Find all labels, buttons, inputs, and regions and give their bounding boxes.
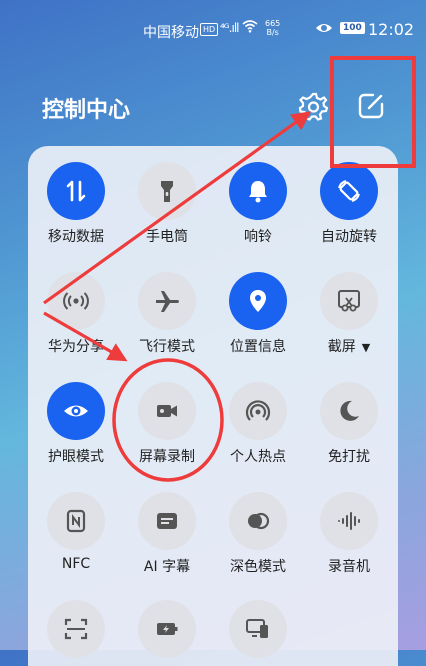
location-icon (229, 272, 287, 330)
huawei-share-icon (47, 272, 105, 330)
tile-personal-hotspot[interactable]: 个人热点 (212, 382, 304, 466)
hotspot-icon (229, 382, 287, 440)
tile-screen-record[interactable]: 屏幕录制 (121, 382, 213, 466)
tile-recorder[interactable]: 录音机 (303, 492, 395, 576)
tile-label: 个人热点 (230, 449, 286, 465)
tile-label: 位置信息 (230, 339, 286, 355)
hd-badge: HD (200, 23, 219, 36)
tile-airplane-mode[interactable]: 飞行模式 (121, 272, 213, 356)
tile-ring[interactable]: 响铃 (212, 162, 304, 246)
tile-dark-mode[interactable]: 深色模式 (212, 492, 304, 576)
tile-label: 深色模式 (230, 559, 286, 575)
tile-eye-comfort[interactable]: 护眼模式 (30, 382, 122, 466)
ai-subtitle-icon (138, 492, 196, 550)
tile-location[interactable]: 位置信息 (212, 272, 304, 356)
dark-mode-icon (229, 492, 287, 550)
tile-label: 护眼模式 (48, 449, 104, 465)
battery-saver-icon (138, 600, 196, 658)
page-title: 控制中心 (42, 98, 131, 123)
signal-icon: ⁴ᴳ.ıll (220, 21, 240, 35)
airplane-icon (138, 272, 196, 330)
tile-label: 截屏 ▼ (327, 339, 371, 355)
tile-multi-screen[interactable] (212, 600, 304, 658)
eye-comfort-status-icon (315, 21, 333, 39)
tile-ai-subtitles[interactable]: AI 字幕 (121, 492, 213, 576)
settings-gear-icon[interactable] (298, 91, 329, 121)
tile-label: 华为分享 (48, 339, 104, 355)
tile-nfc[interactable]: NFC (30, 492, 122, 572)
tile-label: 屏幕录制 (139, 449, 195, 465)
tile-label: 免打扰 (328, 449, 370, 465)
tile-label: 移动数据 (48, 229, 104, 245)
tile-do-not-disturb[interactable]: 免打扰 (303, 382, 395, 466)
tile-label: 自动旋转 (321, 229, 377, 245)
tile-huawei-share[interactable]: 华为分享 (30, 272, 122, 356)
battery-indicator: 100 (340, 22, 365, 34)
mobile-data-icon (47, 162, 105, 220)
tile-label: NFC (61, 556, 91, 572)
tile-scan[interactable] (30, 600, 122, 658)
status-bar: 中国移动 HD ⁴ᴳ.ıll 665 B/s 100 12:02 (0, 18, 426, 42)
chevron-down-icon[interactable]: ▼ (362, 341, 370, 354)
tile-label: 响铃 (244, 229, 272, 245)
network-speed: 665 B/s (265, 19, 281, 37)
tile-flashlight[interactable]: 手电筒 (121, 162, 213, 246)
tile-screenshot[interactable]: 截屏 ▼ (303, 272, 395, 356)
bell-icon (229, 162, 287, 220)
clock: 12:02 (368, 20, 415, 39)
wifi-icon (242, 19, 258, 37)
scan-icon (47, 600, 105, 658)
auto-rotate-icon (320, 162, 378, 220)
tile-label: AI 字幕 (143, 559, 191, 575)
tile-label: 录音机 (328, 559, 370, 575)
moon-icon (320, 382, 378, 440)
recorder-icon (320, 492, 378, 550)
tile-auto-rotate[interactable]: 自动旋转 (303, 162, 395, 246)
carrier-name: 中国移动 (143, 25, 199, 41)
tile-label: 手电筒 (146, 229, 188, 245)
tile-mobile-data[interactable]: 移动数据 (30, 162, 122, 246)
screenshot-icon (320, 272, 378, 330)
nfc-icon (47, 492, 105, 550)
tile-battery-saver[interactable] (121, 600, 213, 658)
eye-icon (47, 382, 105, 440)
flashlight-icon (138, 162, 196, 220)
highlight-box (330, 56, 416, 168)
tile-label: 飞行模式 (139, 339, 195, 355)
multi-screen-icon (229, 600, 287, 658)
screen-record-icon (138, 382, 196, 440)
